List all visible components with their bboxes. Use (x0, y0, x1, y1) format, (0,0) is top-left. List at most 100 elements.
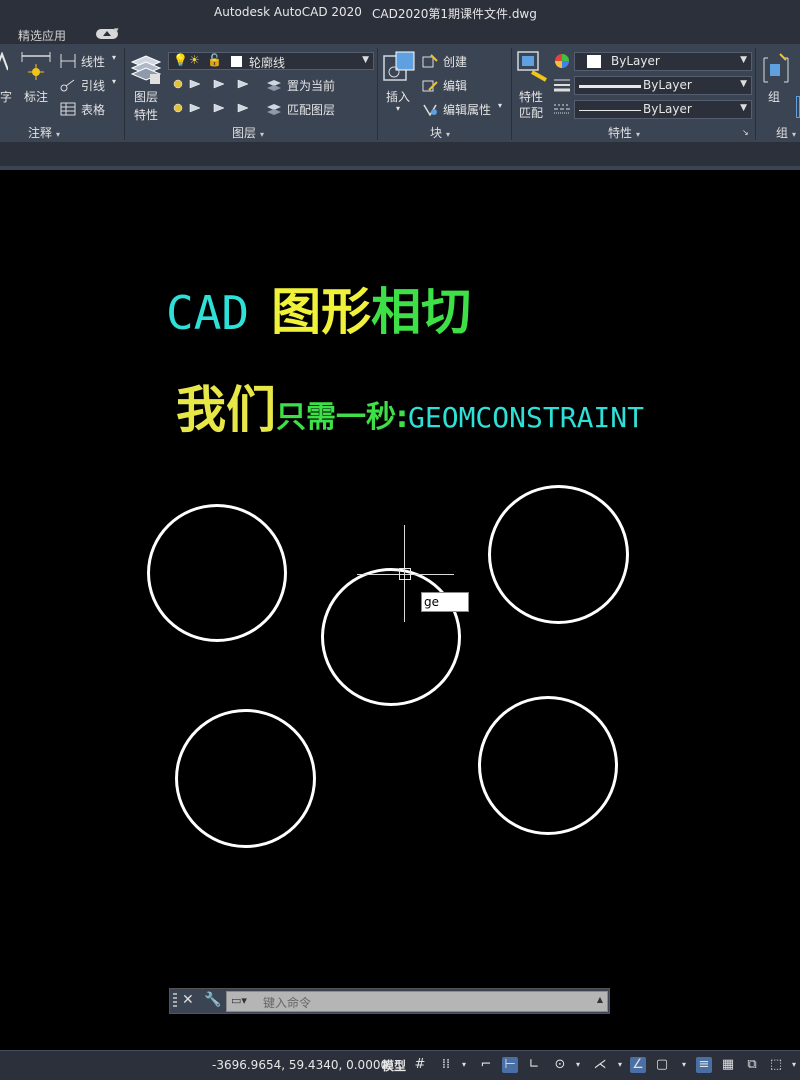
insert-label[interactable]: 插入 (386, 88, 410, 105)
close-icon[interactable]: ✕ (182, 992, 194, 1008)
current-layer-name: 轮廓线 (249, 56, 286, 70)
panel-groups-title[interactable]: 组 ▾ (776, 124, 796, 142)
dialog-launcher-icon[interactable]: ↘ (742, 128, 749, 137)
group-edit-icon[interactable] (796, 96, 800, 118)
dimension-icon[interactable] (20, 52, 52, 82)
color-wheel-icon[interactable] (554, 53, 570, 69)
dynamic-input-toggle-icon[interactable]: ⊢ (502, 1057, 518, 1073)
create-label[interactable]: 创建 (443, 53, 467, 70)
dynamic-input-box[interactable]: ge (421, 592, 469, 612)
chevron-down-icon: ▾ (792, 130, 797, 139)
infer-constraints-icon[interactable]: ⌐ (478, 1057, 494, 1073)
chevron-down-icon[interactable]: ▾ (396, 104, 400, 113)
layer-props-label-1[interactable]: 图层 (134, 88, 158, 105)
linear-label[interactable]: 线性 (81, 53, 105, 70)
group-icon[interactable] (762, 52, 790, 86)
isodraft-icon[interactable]: ⋌ (592, 1057, 608, 1073)
wrench-icon[interactable]: 🔧 (204, 992, 221, 1008)
polar-tracking-icon[interactable]: ⊙ (552, 1057, 568, 1073)
command-prompt-icon[interactable]: ▭▾ (231, 994, 247, 1007)
layer-tools-icons[interactable] (170, 76, 264, 120)
text-icon[interactable] (0, 52, 8, 72)
drawing-subheading: 我们只需一秒:GEOMCONSTRAINT (176, 370, 644, 442)
linetype-icon (554, 104, 570, 114)
chevron-down-icon[interactable]: ▾ (570, 1057, 586, 1073)
layer-color-swatch (231, 56, 242, 67)
ortho-icon[interactable]: ∟ (526, 1057, 542, 1073)
chevron-down-icon[interactable]: ▾ (676, 1057, 692, 1073)
circle-bottom-right[interactable] (478, 696, 618, 835)
drag-handle[interactable] (173, 993, 177, 1009)
text-button-label[interactable]: 字 (0, 88, 12, 105)
divider (124, 48, 125, 140)
grid-icon[interactable]: # (412, 1057, 428, 1073)
chevron-down-icon: ▼ (362, 55, 369, 65)
match-props-label-2[interactable]: 匹配 (519, 104, 543, 121)
insert-block-icon[interactable] (382, 50, 416, 84)
linetype-dropdown[interactable]: ByLayer ▼ (574, 100, 752, 119)
panel-properties-title[interactable]: 特性 ▾ (608, 124, 640, 142)
chevron-down-icon[interactable]: ▾ (112, 53, 116, 62)
transparency-icon[interactable]: ▦ (720, 1057, 736, 1073)
linetype-preview (579, 110, 641, 111)
layer-properties-icon[interactable] (130, 52, 162, 86)
linetype-value: ByLayer (643, 102, 692, 116)
color-swatch (587, 55, 601, 68)
subheading-one-second: 只需一秒: (276, 400, 408, 435)
circle-center[interactable] (321, 568, 461, 706)
circle-top-right[interactable] (488, 485, 629, 624)
match-props-label-1[interactable]: 特性 (519, 88, 543, 105)
chevron-down-icon[interactable]: ▾ (498, 101, 502, 110)
circle-bottom-left[interactable] (175, 709, 316, 848)
set-current-label[interactable]: 置为当前 (287, 77, 335, 94)
layer-dropdown[interactable]: 💡 ☀ 🔓 轮廓线 ▼ (168, 52, 374, 70)
chevron-down-icon[interactable]: ▾ (114, 26, 119, 36)
edit-label[interactable]: 编辑 (443, 77, 467, 94)
lineweight-toggle-icon[interactable]: ≡ (696, 1057, 712, 1073)
dimension-label[interactable]: 标注 (24, 88, 48, 105)
panel-annotation-title[interactable]: 注释 ▾ (28, 124, 60, 142)
drawing-heading: CAD 图形相切 (166, 272, 471, 344)
command-input[interactable]: ▭▾ 键入命令 ▲ (226, 991, 608, 1012)
title-bar: Autodesk AutoCAD 2020 CAD2020第1期课件文件.dwg (0, 0, 800, 24)
edit-attr-label[interactable]: 编辑属性 (443, 101, 491, 118)
dynamic-input-caret (442, 594, 468, 610)
divider (377, 48, 378, 140)
sun-icon: ☀ (189, 53, 200, 67)
lineweight-dropdown[interactable]: ByLayer ▼ (574, 76, 752, 95)
object-snap-icon[interactable]: ▢ (654, 1057, 670, 1073)
cursor-coordinates[interactable]: -3696.9654, 59.4340, 0.0000 (212, 1058, 388, 1072)
heading-cad: CAD (166, 286, 250, 340)
chevron-down-icon[interactable]: ▾ (786, 1057, 800, 1073)
app-title: Autodesk AutoCAD 2020 (214, 5, 362, 19)
chevron-down-icon[interactable]: ▾ (456, 1057, 472, 1073)
panel-block-title[interactable]: 块 ▾ (430, 124, 450, 142)
table-label[interactable]: 表格 (81, 101, 105, 118)
chevron-up-icon[interactable]: ▲ (597, 995, 603, 1004)
object-snap-tracking-icon[interactable]: ∠ (630, 1057, 646, 1073)
match-properties-icon[interactable] (516, 50, 550, 84)
subheading-command: GEOMCONSTRAINT (408, 401, 645, 434)
match-layer-label[interactable]: 匹配图层 (287, 101, 335, 118)
panel-layers-title[interactable]: 图层 ▾ (232, 124, 264, 142)
chevron-down-icon[interactable]: ▾ (112, 77, 116, 86)
ribbon: 字 标注 线性 ▾ 引线 ▾ 表格 注释 ▾ 图层 特性 💡 ☀ 🔓 轮廓线 ▼… (0, 44, 800, 142)
chevron-down-icon: ▼ (740, 79, 747, 89)
snap-icon[interactable]: ⁞⁞ (438, 1057, 454, 1073)
dynamic-input-text[interactable]: ge (424, 595, 442, 609)
edit-block-icon (422, 80, 438, 92)
heading-tangent: 相切 (371, 283, 472, 341)
leader-label[interactable]: 引线 (81, 77, 105, 94)
ribbon-tab-row: 精选应用 ▾ (0, 24, 800, 44)
3d-osnap-icon[interactable]: ⬚ (768, 1057, 784, 1073)
color-dropdown[interactable]: ByLayer ▼ (574, 52, 752, 71)
tab-featured-apps[interactable]: 精选应用 (18, 27, 66, 44)
selection-cycling-icon[interactable]: ⧉ (744, 1057, 760, 1073)
chevron-down-icon[interactable]: ▾ (612, 1057, 628, 1073)
layer-props-label-2[interactable]: 特性 (134, 106, 158, 123)
circle-top-left[interactable] (147, 504, 287, 642)
file-tab-bar (0, 142, 800, 170)
command-placeholder: 键入命令 (263, 996, 312, 1010)
model-space-button[interactable]: 模型 (382, 1057, 406, 1074)
group-label[interactable]: 组 (768, 88, 780, 105)
